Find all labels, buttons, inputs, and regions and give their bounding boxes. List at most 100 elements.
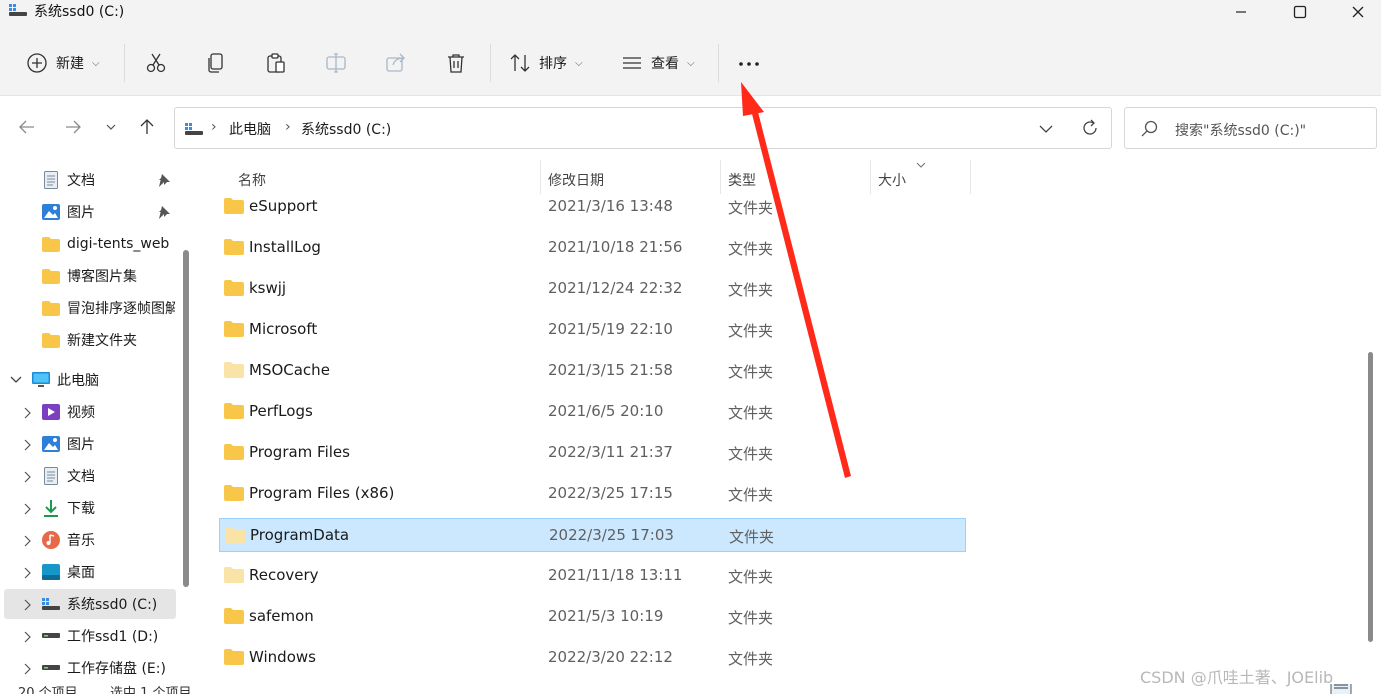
sort-label: 排序 xyxy=(539,56,567,72)
chevron-down-icon xyxy=(106,124,116,130)
chevron-right-icon[interactable] xyxy=(23,599,31,611)
sidebar-item-pictures[interactable]: 图片 xyxy=(4,429,176,459)
sidebar-item-label: 图片 xyxy=(67,437,95,453)
search-box[interactable]: 搜索"系统ssd0 (C:)" xyxy=(1124,107,1377,149)
chevron-right-icon[interactable] xyxy=(23,503,31,515)
recent-locations-button[interactable] xyxy=(99,115,123,139)
chevron-down-icon: ⌵ xyxy=(575,57,583,69)
file-name: Program Files xyxy=(249,443,350,461)
column-divider[interactable] xyxy=(970,160,971,194)
sidebar-item-pictures-pinned[interactable]: 图片 xyxy=(4,197,176,227)
sidebar-item-drive-d[interactable]: 工作ssd1 (D:) xyxy=(4,621,176,651)
file-row[interactable]: Windows 2022/3/20 22:12 文件夹 xyxy=(219,641,966,675)
sidebar-item-documents-pinned[interactable]: 文档 xyxy=(4,165,176,195)
file-row[interactable]: PerfLogs 2021/6/5 20:10 文件夹 xyxy=(219,395,966,429)
file-row[interactable]: InstallLog 2021/10/18 21:56 文件夹 xyxy=(219,231,966,265)
column-header-size[interactable]: 大小 xyxy=(878,170,906,190)
file-type: 文件夹 xyxy=(728,650,774,668)
more-icon xyxy=(739,62,759,66)
sidebar-item-documents[interactable]: 文档 xyxy=(4,461,176,491)
chevron-down-icon[interactable] xyxy=(10,375,22,385)
back-button[interactable] xyxy=(15,115,39,139)
file-row[interactable]: Microsoft 2021/5/19 22:10 文件夹 xyxy=(219,313,966,347)
file-row[interactable]: Program Files 2022/3/11 21:37 文件夹 xyxy=(219,436,966,470)
sidebar-item-drive-e[interactable]: 工作存储盘 (E:) xyxy=(4,653,176,683)
drive-icon xyxy=(42,659,60,677)
view-button[interactable]: 查看 ⌵ xyxy=(621,38,695,88)
file-type: 文件夹 xyxy=(728,445,774,463)
file-modified-date: 2021/5/19 22:10 xyxy=(548,320,673,338)
arrow-right-icon xyxy=(66,120,81,134)
chevron-right-icon[interactable] xyxy=(23,439,31,451)
column-header-name[interactable]: 名称 xyxy=(238,170,266,190)
column-divider[interactable] xyxy=(870,160,871,194)
folder-icon xyxy=(224,198,244,214)
refresh-icon[interactable] xyxy=(1080,118,1100,138)
forward-button[interactable] xyxy=(61,115,85,139)
file-row[interactable]: Recovery 2021/11/18 13:11 文件夹 xyxy=(219,559,966,593)
new-button[interactable]: 新建 ⌵ xyxy=(26,38,100,88)
sidebar-scrollbar[interactable] xyxy=(183,250,189,587)
chevron-down-icon: ⌵ xyxy=(92,57,100,69)
sidebar-item-downloads[interactable]: 下载 xyxy=(4,493,176,523)
sidebar-item-folder-digi[interactable]: digi-tents_web xyxy=(4,229,176,259)
breadcrumb-separator-icon: › xyxy=(285,119,291,135)
sort-button[interactable]: 排序 ⌵ xyxy=(509,38,583,88)
pin-icon xyxy=(159,206,170,219)
search-icon xyxy=(1141,120,1158,137)
sidebar-item-music[interactable]: 音乐 xyxy=(4,525,176,555)
file-row[interactable]: kswjj 2021/12/24 22:32 文件夹 xyxy=(219,272,966,306)
sidebar-item-this-pc[interactable]: 此电脑 xyxy=(4,365,176,395)
file-row[interactable]: eSupport 2021/3/16 13:48 文件夹 xyxy=(219,190,966,224)
drive-icon xyxy=(42,595,60,613)
music-icon xyxy=(42,531,60,549)
sidebar-item-folder-new[interactable]: 新建文件夹 xyxy=(4,325,176,355)
paste-button[interactable] xyxy=(265,38,287,88)
file-type: 文件夹 xyxy=(728,568,774,586)
sidebar-item-folder-blog[interactable]: 博客图片集 xyxy=(4,261,176,291)
column-divider[interactable] xyxy=(540,160,541,194)
file-row[interactable]: Program Files (x86) 2022/3/25 17:15 文件夹 xyxy=(219,477,966,511)
up-button[interactable] xyxy=(135,115,159,139)
column-header-type[interactable]: 类型 xyxy=(728,170,756,190)
file-row[interactable]: MSOCache 2021/3/15 21:58 文件夹 xyxy=(219,354,966,388)
chevron-right-icon[interactable] xyxy=(23,471,31,483)
sidebar-item-desktop[interactable]: 桌面 xyxy=(4,557,176,587)
share-button[interactable] xyxy=(385,38,407,88)
folder-icon xyxy=(224,567,244,583)
separator xyxy=(718,44,719,82)
address-bar[interactable]: › 此电脑 › 系统ssd0 (C:) xyxy=(174,107,1112,149)
chevron-right-icon[interactable] xyxy=(23,535,31,547)
maximize-button[interactable] xyxy=(1277,0,1323,24)
sidebar-item-folder-bubble[interactable]: 冒泡排序逐帧图解 xyxy=(4,293,176,323)
chevron-right-icon[interactable] xyxy=(23,407,31,419)
rename-button[interactable] xyxy=(325,38,347,88)
chevron-down-icon[interactable] xyxy=(1039,123,1053,135)
copy-button[interactable] xyxy=(205,38,227,88)
sidebar-item-drive-c[interactable]: 系统ssd0 (C:) xyxy=(4,589,176,619)
sidebar-item-videos[interactable]: 视频 xyxy=(4,397,176,427)
column-divider[interactable] xyxy=(720,160,721,194)
chevron-right-icon[interactable] xyxy=(23,567,31,579)
file-name: Windows xyxy=(249,648,316,666)
chevron-right-icon[interactable] xyxy=(23,631,31,643)
rename-icon xyxy=(326,53,346,73)
view-lines-icon xyxy=(623,57,641,69)
folder-icon xyxy=(224,362,244,378)
file-list-scrollbar[interactable] xyxy=(1368,352,1373,642)
drive-icon xyxy=(42,627,60,645)
cut-button[interactable] xyxy=(145,38,167,88)
column-header-date[interactable]: 修改日期 xyxy=(548,170,604,190)
file-row[interactable]: ProgramData 2022/3/25 17:03 文件夹 xyxy=(219,518,966,552)
more-options-button[interactable] xyxy=(737,38,761,88)
chevron-right-icon[interactable] xyxy=(23,663,31,675)
breadcrumb-this-pc[interactable]: 此电脑 xyxy=(229,119,271,139)
minimize-button[interactable] xyxy=(1218,0,1264,24)
details-view-icon[interactable] xyxy=(1330,684,1352,694)
close-button[interactable] xyxy=(1335,0,1381,24)
file-row[interactable]: safemon 2021/5/3 10:19 文件夹 xyxy=(219,600,966,634)
delete-button[interactable] xyxy=(445,38,467,88)
arrow-left-icon xyxy=(19,120,34,134)
breadcrumb-drive-c[interactable]: 系统ssd0 (C:) xyxy=(301,119,391,139)
selection-count: 选中 1 个项目 xyxy=(110,686,192,694)
